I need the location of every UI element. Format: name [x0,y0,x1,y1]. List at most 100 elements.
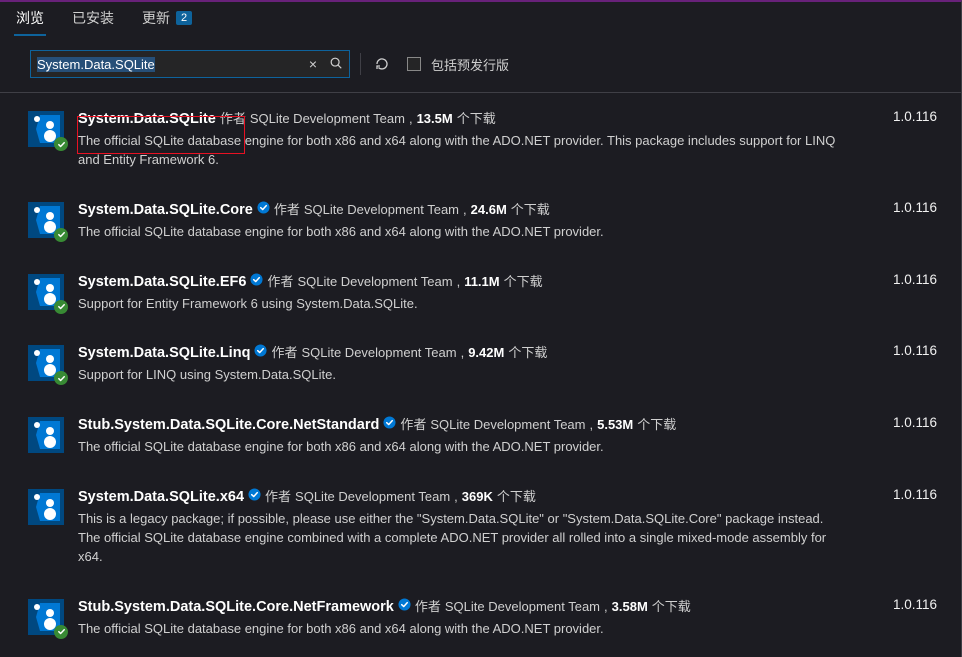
package-icon [28,489,64,525]
author-label: 作者 [271,344,297,363]
updates-count-badge: 2 [176,11,192,25]
author-label: 作者 [267,273,293,292]
package-header: System.Data.SQLite 作者 SQLite Development… [78,109,937,130]
package-author: SQLite Development Team [304,201,459,220]
package-icon [28,345,64,381]
package-version: 1.0.116 [893,597,937,612]
verified-icon [254,344,267,357]
author-label: 作者 [415,598,441,617]
results-list[interactable]: System.Data.SQLite 作者 SQLite Development… [0,93,961,657]
package-downloads: 3.58M [612,598,648,617]
search-row: × 包括预发行版 [0,36,961,92]
package-version: 1.0.116 [893,415,937,430]
tab-updates[interactable]: 更新 2 [140,2,194,36]
tab-browse[interactable]: 浏览 [14,2,46,36]
refresh-button[interactable] [371,53,393,75]
author-label: 作者 [265,488,291,507]
package-header: System.Data.SQLite.Core 作者 SQLite Develo… [78,200,937,221]
package-author: SQLite Development Team [445,598,600,617]
search-input[interactable] [31,53,303,76]
downloads-label: 个下载 [508,344,547,363]
package-downloads: 13.5M [417,110,453,129]
package-downloads: 5.53M [597,416,633,435]
tabs-bar: 浏览 已安装 更新 2 [0,2,961,36]
package-item[interactable]: System.Data.SQLite 作者 SQLite Development… [28,109,937,170]
clear-search-button[interactable]: × [303,56,323,72]
package-item[interactable]: Stub.System.Data.SQLite.Core.NetStandard… [28,415,937,457]
nuget-package-manager: 浏览 已安装 更新 2 × 包括预发行版 System.Data.SQ [0,0,962,657]
package-author: SQLite Development Team [297,273,452,292]
verified-icon [257,201,270,214]
package-downloads: 9.42M [468,344,504,363]
package-icon [28,111,64,147]
package-author: SQLite Development Team [430,416,585,435]
package-body: System.Data.SQLite.Linq 作者 SQLite Develo… [78,343,937,385]
installed-badge-icon [54,137,68,151]
package-item[interactable]: System.Data.SQLite.x64 作者 SQLite Develop… [28,487,937,567]
package-version: 1.0.116 [893,272,937,287]
package-description: The official SQLite database engine for … [78,223,848,242]
package-body: Stub.System.Data.SQLite.Core.NetStandard… [78,415,937,457]
package-body: System.Data.SQLite.EF6 作者 SQLite Develop… [78,272,937,314]
package-header: System.Data.SQLite.x64 作者 SQLite Develop… [78,487,937,508]
package-author: SQLite Development Team [301,344,456,363]
downloads-label: 个下载 [457,110,496,129]
package-version: 1.0.116 [893,487,937,502]
package-item[interactable]: System.Data.SQLite.EF6 作者 SQLite Develop… [28,272,937,314]
tab-installed[interactable]: 已安装 [70,2,116,36]
downloads-label: 个下载 [504,273,543,292]
package-header: Stub.System.Data.SQLite.Core.NetFramewor… [78,597,937,618]
tab-updates-label: 更新 [142,8,170,28]
package-name: System.Data.SQLite.Core [78,200,253,221]
installed-badge-icon [54,371,68,385]
package-icon [28,202,64,238]
package-description: Support for LINQ using System.Data.SQLit… [78,366,848,385]
author-label: 作者 [274,201,300,220]
package-downloads: 11.1M [464,273,499,292]
package-downloads: 369K [462,488,493,507]
package-icon [28,274,64,310]
package-name: System.Data.SQLite.x64 [78,487,244,508]
package-body: System.Data.SQLite.Core 作者 SQLite Develo… [78,200,937,242]
package-description: The official SQLite database engine for … [78,438,848,457]
package-version: 1.0.116 [893,109,937,124]
package-item[interactable]: System.Data.SQLite.Core 作者 SQLite Develo… [28,200,937,242]
author-label: 作者 [400,416,426,435]
search-icon[interactable] [323,56,349,73]
include-prerelease-checkbox[interactable] [407,57,421,71]
package-description: The official SQLite database engine for … [78,132,848,170]
package-description: Support for Entity Framework 6 using Sys… [78,295,848,314]
downloads-label: 个下载 [511,201,550,220]
package-name: System.Data.SQLite [78,109,216,130]
downloads-label: 个下载 [497,488,536,507]
package-header: Stub.System.Data.SQLite.Core.NetStandard… [78,415,937,436]
package-body: System.Data.SQLite.x64 作者 SQLite Develop… [78,487,937,567]
divider [360,53,361,75]
package-header: System.Data.SQLite.Linq 作者 SQLite Develo… [78,343,937,364]
author-label: 作者 [220,110,246,129]
package-body: Stub.System.Data.SQLite.Core.NetFramewor… [78,597,937,639]
package-icon [28,599,64,635]
verified-icon [383,416,396,429]
package-downloads: 24.6M [471,201,507,220]
package-name: Stub.System.Data.SQLite.Core.NetStandard [78,415,379,436]
package-name: System.Data.SQLite.Linq [78,343,250,364]
package-description: The official SQLite database engine for … [78,620,848,639]
package-version: 1.0.116 [893,200,937,215]
package-item[interactable]: Stub.System.Data.SQLite.Core.NetFramewor… [28,597,937,639]
package-item[interactable]: System.Data.SQLite.Linq 作者 SQLite Develo… [28,343,937,385]
verified-icon [250,273,263,286]
search-box[interactable]: × [30,50,350,78]
verified-icon [398,598,411,611]
include-prerelease-label: 包括预发行版 [431,55,509,74]
installed-badge-icon [54,300,68,314]
verified-icon [248,488,261,501]
downloads-label: 个下载 [637,416,676,435]
package-name: Stub.System.Data.SQLite.Core.NetFramewor… [78,597,394,618]
package-body: System.Data.SQLite 作者 SQLite Development… [78,109,937,170]
package-icon [28,417,64,453]
package-author: SQLite Development Team [295,488,450,507]
installed-badge-icon [54,228,68,242]
package-header: System.Data.SQLite.EF6 作者 SQLite Develop… [78,272,937,293]
downloads-label: 个下载 [652,598,691,617]
